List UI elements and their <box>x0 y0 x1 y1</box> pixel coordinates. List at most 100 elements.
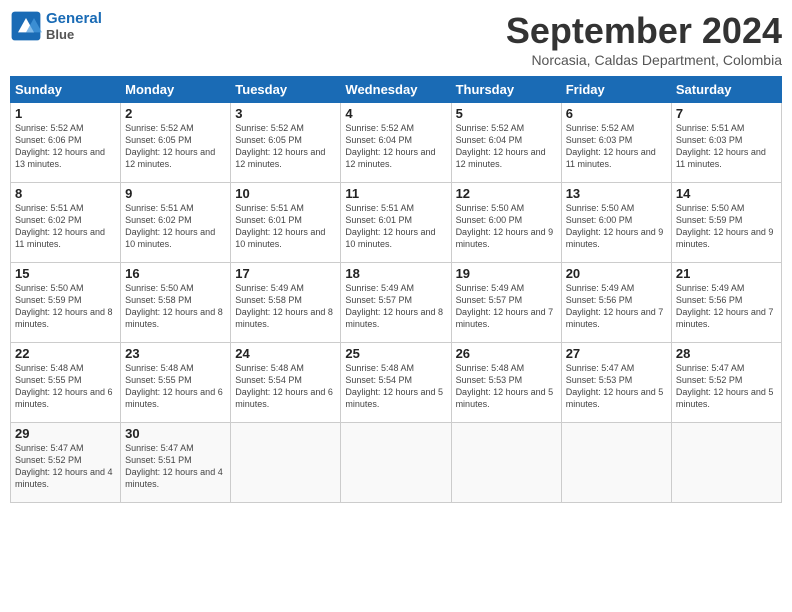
day-header-thursday: Thursday <box>451 77 561 103</box>
day-number: 26 <box>456 346 557 361</box>
day-number: 20 <box>566 266 667 281</box>
day-number: 1 <box>15 106 116 121</box>
logo-text: General Blue <box>46 10 102 42</box>
page-header: General Blue September 2024 Norcasia, Ca… <box>10 10 782 68</box>
day-number: 7 <box>676 106 777 121</box>
calendar-cell: 12 Sunrise: 5:50 AM Sunset: 6:00 PM Dayl… <box>451 183 561 263</box>
calendar-cell <box>231 423 341 503</box>
week-row-4: 22 Sunrise: 5:48 AM Sunset: 5:55 PM Dayl… <box>11 343 782 423</box>
day-info: Sunrise: 5:48 AM Sunset: 5:55 PM Dayligh… <box>15 362 116 411</box>
logo-icon <box>10 10 42 42</box>
calendar-cell: 22 Sunrise: 5:48 AM Sunset: 5:55 PM Dayl… <box>11 343 121 423</box>
day-number: 19 <box>456 266 557 281</box>
calendar-cell: 3 Sunrise: 5:52 AM Sunset: 6:05 PM Dayli… <box>231 103 341 183</box>
week-row-2: 8 Sunrise: 5:51 AM Sunset: 6:02 PM Dayli… <box>11 183 782 263</box>
calendar-cell: 30 Sunrise: 5:47 AM Sunset: 5:51 PM Dayl… <box>121 423 231 503</box>
calendar-cell: 17 Sunrise: 5:49 AM Sunset: 5:58 PM Dayl… <box>231 263 341 343</box>
calendar-cell: 23 Sunrise: 5:48 AM Sunset: 5:55 PM Dayl… <box>121 343 231 423</box>
day-number: 17 <box>235 266 336 281</box>
day-info: Sunrise: 5:50 AM Sunset: 5:58 PM Dayligh… <box>125 282 226 331</box>
day-number: 23 <box>125 346 226 361</box>
day-info: Sunrise: 5:47 AM Sunset: 5:52 PM Dayligh… <box>676 362 777 411</box>
calendar-cell <box>561 423 671 503</box>
day-header-saturday: Saturday <box>671 77 781 103</box>
day-number: 27 <box>566 346 667 361</box>
day-info: Sunrise: 5:51 AM Sunset: 6:03 PM Dayligh… <box>676 122 777 171</box>
calendar-cell: 28 Sunrise: 5:47 AM Sunset: 5:52 PM Dayl… <box>671 343 781 423</box>
day-info: Sunrise: 5:48 AM Sunset: 5:54 PM Dayligh… <box>235 362 336 411</box>
day-info: Sunrise: 5:51 AM Sunset: 6:01 PM Dayligh… <box>235 202 336 251</box>
calendar-cell: 9 Sunrise: 5:51 AM Sunset: 6:02 PM Dayli… <box>121 183 231 263</box>
calendar-cell: 2 Sunrise: 5:52 AM Sunset: 6:05 PM Dayli… <box>121 103 231 183</box>
day-info: Sunrise: 5:48 AM Sunset: 5:53 PM Dayligh… <box>456 362 557 411</box>
calendar-cell <box>671 423 781 503</box>
day-number: 28 <box>676 346 777 361</box>
calendar-cell: 7 Sunrise: 5:51 AM Sunset: 6:03 PM Dayli… <box>671 103 781 183</box>
day-number: 24 <box>235 346 336 361</box>
calendar-cell <box>451 423 561 503</box>
day-number: 2 <box>125 106 226 121</box>
day-info: Sunrise: 5:49 AM Sunset: 5:57 PM Dayligh… <box>345 282 446 331</box>
calendar-cell: 24 Sunrise: 5:48 AM Sunset: 5:54 PM Dayl… <box>231 343 341 423</box>
day-header-sunday: Sunday <box>11 77 121 103</box>
day-number: 4 <box>345 106 446 121</box>
day-info: Sunrise: 5:52 AM Sunset: 6:04 PM Dayligh… <box>456 122 557 171</box>
calendar-cell: 15 Sunrise: 5:50 AM Sunset: 5:59 PM Dayl… <box>11 263 121 343</box>
day-info: Sunrise: 5:48 AM Sunset: 5:55 PM Dayligh… <box>125 362 226 411</box>
day-number: 29 <box>15 426 116 441</box>
day-info: Sunrise: 5:52 AM Sunset: 6:06 PM Dayligh… <box>15 122 116 171</box>
day-header-row: SundayMondayTuesdayWednesdayThursdayFrid… <box>11 77 782 103</box>
calendar-cell: 27 Sunrise: 5:47 AM Sunset: 5:53 PM Dayl… <box>561 343 671 423</box>
logo: General Blue <box>10 10 102 42</box>
day-info: Sunrise: 5:49 AM Sunset: 5:56 PM Dayligh… <box>676 282 777 331</box>
day-info: Sunrise: 5:47 AM Sunset: 5:53 PM Dayligh… <box>566 362 667 411</box>
day-info: Sunrise: 5:50 AM Sunset: 6:00 PM Dayligh… <box>456 202 557 251</box>
day-number: 16 <box>125 266 226 281</box>
calendar-cell: 11 Sunrise: 5:51 AM Sunset: 6:01 PM Dayl… <box>341 183 451 263</box>
calendar-cell <box>341 423 451 503</box>
day-number: 6 <box>566 106 667 121</box>
day-info: Sunrise: 5:52 AM Sunset: 6:04 PM Dayligh… <box>345 122 446 171</box>
day-info: Sunrise: 5:50 AM Sunset: 6:00 PM Dayligh… <box>566 202 667 251</box>
calendar-cell: 4 Sunrise: 5:52 AM Sunset: 6:04 PM Dayli… <box>341 103 451 183</box>
day-info: Sunrise: 5:48 AM Sunset: 5:54 PM Dayligh… <box>345 362 446 411</box>
calendar-cell: 16 Sunrise: 5:50 AM Sunset: 5:58 PM Dayl… <box>121 263 231 343</box>
day-info: Sunrise: 5:49 AM Sunset: 5:56 PM Dayligh… <box>566 282 667 331</box>
day-number: 8 <box>15 186 116 201</box>
day-info: Sunrise: 5:50 AM Sunset: 5:59 PM Dayligh… <box>676 202 777 251</box>
day-header-monday: Monday <box>121 77 231 103</box>
day-info: Sunrise: 5:47 AM Sunset: 5:52 PM Dayligh… <box>15 442 116 491</box>
week-row-1: 1 Sunrise: 5:52 AM Sunset: 6:06 PM Dayli… <box>11 103 782 183</box>
day-number: 22 <box>15 346 116 361</box>
calendar-cell: 5 Sunrise: 5:52 AM Sunset: 6:04 PM Dayli… <box>451 103 561 183</box>
day-number: 14 <box>676 186 777 201</box>
calendar-cell: 8 Sunrise: 5:51 AM Sunset: 6:02 PM Dayli… <box>11 183 121 263</box>
day-info: Sunrise: 5:52 AM Sunset: 6:05 PM Dayligh… <box>125 122 226 171</box>
day-info: Sunrise: 5:52 AM Sunset: 6:03 PM Dayligh… <box>566 122 667 171</box>
day-number: 18 <box>345 266 446 281</box>
calendar-cell: 19 Sunrise: 5:49 AM Sunset: 5:57 PM Dayl… <box>451 263 561 343</box>
week-row-5: 29 Sunrise: 5:47 AM Sunset: 5:52 PM Dayl… <box>11 423 782 503</box>
calendar-cell: 29 Sunrise: 5:47 AM Sunset: 5:52 PM Dayl… <box>11 423 121 503</box>
calendar-cell: 14 Sunrise: 5:50 AM Sunset: 5:59 PM Dayl… <box>671 183 781 263</box>
day-header-friday: Friday <box>561 77 671 103</box>
day-number: 30 <box>125 426 226 441</box>
calendar-cell: 10 Sunrise: 5:51 AM Sunset: 6:01 PM Dayl… <box>231 183 341 263</box>
day-info: Sunrise: 5:51 AM Sunset: 6:02 PM Dayligh… <box>15 202 116 251</box>
location: Norcasia, Caldas Department, Colombia <box>506 52 782 68</box>
day-header-wednesday: Wednesday <box>341 77 451 103</box>
calendar-cell: 18 Sunrise: 5:49 AM Sunset: 5:57 PM Dayl… <box>341 263 451 343</box>
day-header-tuesday: Tuesday <box>231 77 341 103</box>
day-info: Sunrise: 5:49 AM Sunset: 5:57 PM Dayligh… <box>456 282 557 331</box>
day-number: 11 <box>345 186 446 201</box>
month-title: September 2024 <box>506 10 782 52</box>
day-number: 13 <box>566 186 667 201</box>
calendar-cell: 13 Sunrise: 5:50 AM Sunset: 6:00 PM Dayl… <box>561 183 671 263</box>
day-info: Sunrise: 5:52 AM Sunset: 6:05 PM Dayligh… <box>235 122 336 171</box>
day-number: 15 <box>15 266 116 281</box>
day-number: 5 <box>456 106 557 121</box>
day-number: 3 <box>235 106 336 121</box>
day-number: 10 <box>235 186 336 201</box>
calendar-cell: 25 Sunrise: 5:48 AM Sunset: 5:54 PM Dayl… <box>341 343 451 423</box>
title-block: September 2024 Norcasia, Caldas Departme… <box>506 10 782 68</box>
